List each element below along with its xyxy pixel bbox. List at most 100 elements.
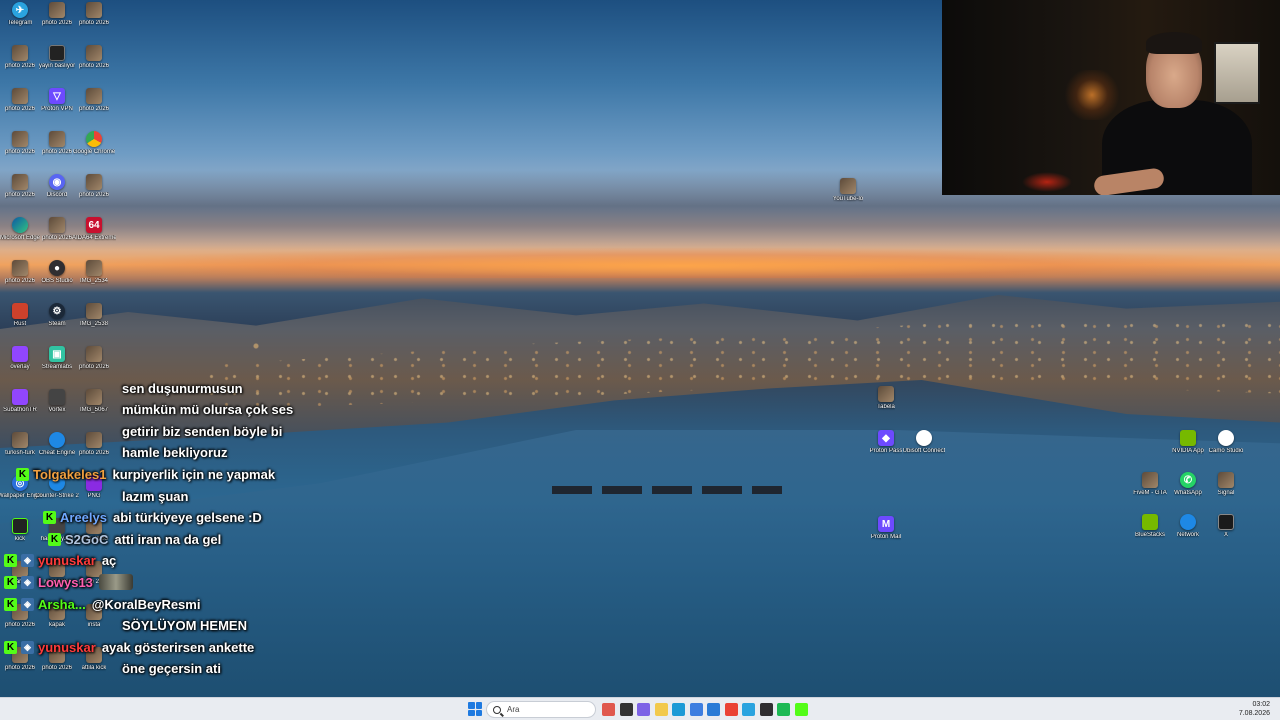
chat-message-text: kurpiyerlik için ne yapmak [112, 466, 276, 482]
desktop-icon-fivem[interactable]: FiveM - GTA [1130, 472, 1170, 510]
photo9-icon [12, 174, 28, 190]
desktop-icon-aida[interactable]: 64 AIDA64 Extreme [72, 217, 116, 255]
desktop-icon-photo2[interactable]: photo 2026 [74, 2, 114, 40]
chat-message: SÖYLÜYOM HEMEN [122, 616, 247, 636]
desktop-icon-photo3[interactable]: photo 2026 [0, 45, 40, 83]
desktop-icon-photo7[interactable]: photo 2026 [0, 131, 40, 169]
desktop-icon-photo9[interactable]: photo 2026 [0, 174, 40, 212]
chat-message: K ◈ yunuskar aç [4, 551, 116, 571]
desktop-icon-steam[interactable]: ⚙ Steam [37, 303, 77, 341]
desktop-icon-camo[interactable]: ◉ Camo Studio [1206, 430, 1246, 468]
desktop-icon-x[interactable]: X [1206, 514, 1246, 552]
desktop-icon-protonvpn[interactable]: ▽ Proton VPN [37, 88, 77, 126]
desktop-icon-label: Rust [13, 321, 27, 327]
search-icon [493, 705, 501, 714]
desktop-icon-label: overlay [10, 364, 30, 370]
desktop-icon-photo12[interactable]: photo 2026 [0, 260, 40, 298]
nvidia-icon [1180, 430, 1196, 446]
desktop-icon-photo11[interactable]: photo 2026 [37, 217, 77, 255]
chat-username: yunuskar [38, 639, 96, 655]
taskbar-mail-icon[interactable] [707, 703, 720, 716]
desktop-icon-rust[interactable]: Rust [0, 303, 40, 341]
desktop-icon-nvidia[interactable]: NVIDIA App [1168, 430, 1208, 468]
kick-badge-icon: K [4, 554, 17, 568]
desktop-icon-network[interactable]: Network [1168, 514, 1208, 552]
desktop-icon-whatsapp[interactable]: ✆ WhatsApp [1168, 472, 1208, 510]
tray-clock-time[interactable]: 03:02 [1252, 701, 1270, 708]
taskbar-kick-icon[interactable] [794, 703, 808, 716]
desktop-icon-label: photo 2026 [4, 106, 36, 112]
desktop-icon-obs[interactable]: ● OBS Studio [37, 260, 77, 298]
desktop-icon-discord[interactable]: ◉ Discord [37, 174, 77, 212]
desktop-icon-photo1[interactable]: photo 2026 [37, 2, 77, 40]
bluestacks-icon [1142, 514, 1158, 530]
desktop-icon-label: yayin basliyor [38, 63, 76, 69]
desktop-icon-photo5[interactable]: photo 2026 [0, 88, 40, 126]
taskbar-telegram-icon[interactable] [742, 703, 755, 716]
desktop-icon-label: WhatsApp [1174, 490, 1202, 496]
desktop-icon-photo10[interactable]: photo 2026 [74, 174, 114, 212]
desktop-icon-yayin[interactable]: yayin basliyor [37, 45, 77, 83]
photo7-icon [12, 131, 28, 147]
edge-icon [12, 217, 28, 233]
desktop-icon-label: Discord [46, 192, 68, 198]
chat-message: mümkün mü olursa çok ses [122, 400, 293, 420]
yayin-icon [49, 45, 65, 61]
desktop-icon-photo6[interactable]: photo 2026 [74, 88, 114, 126]
desktop-icon-label: NVIDIA App [1172, 448, 1204, 454]
desktop-icon-label: FiveM - GTA [1133, 490, 1167, 496]
subscriber-badge-icon: ◈ [21, 640, 34, 654]
desktop-icon-label: photo 2026 [4, 278, 36, 284]
desktop-icon-label: photo 2026 [41, 20, 73, 26]
taskbar-taskview-icon[interactable] [619, 703, 633, 716]
taskbar-store-icon[interactable] [689, 703, 703, 716]
chat-message: getirir biz senden böyle bi [122, 421, 282, 441]
desktop-icon-label: Tabela [877, 404, 895, 410]
taskbar-edge-icon[interactable] [672, 703, 685, 716]
desktop-icon-label: photo 2026 [78, 364, 110, 370]
chat-message: K Areelys abi türkiyeye gelsene :D [43, 508, 262, 528]
taskbar-obs-icon[interactable] [759, 703, 773, 716]
desktop-icon-chrome[interactable]: Google Chrome [73, 131, 115, 169]
taskbar-copilot-icon[interactable] [637, 703, 650, 716]
desktop-icon-tabela[interactable]: Tabela [866, 386, 906, 424]
desktop-icon-label: Telegram [7, 20, 33, 26]
chat-message-text: öne geçersin ati [122, 661, 221, 677]
subscriber-badge-icon: ◈ [21, 597, 34, 611]
chat-message-text: sen duşunurmusun [122, 380, 243, 396]
tray-clock-date[interactable]: 7.08.2026 [1239, 710, 1270, 717]
photo11-icon [49, 217, 65, 233]
chat-message: hamle bekliyoruz [122, 443, 227, 463]
aida-icon: 64 [86, 217, 102, 233]
desktop-icon-signal[interactable]: Signal [1206, 472, 1246, 510]
taskbar-chrome-icon[interactable] [724, 703, 738, 716]
taskbar-spotify-icon[interactable] [777, 703, 790, 716]
photo8-icon [49, 131, 65, 147]
desktop-icon-img2538[interactable]: IMG_2538 [74, 303, 114, 341]
desktop-icon-telegram[interactable]: ✈ Telegram [0, 2, 40, 40]
desktop-icon-bluestacks[interactable]: BlueStacks [1130, 514, 1170, 552]
desktop-icon-photo8[interactable]: photo 2026 [37, 131, 77, 169]
photo5-icon [12, 88, 28, 104]
photo4-icon [86, 45, 102, 61]
photo3-icon [12, 45, 28, 61]
taskbar-media-icon[interactable] [602, 703, 615, 716]
desktop-icon-ubisoft[interactable]: ◎ Ubisoft Connect [903, 430, 945, 468]
desktop-icon-photo4[interactable]: photo 2026 [74, 45, 114, 83]
chat-username: Lowys13 [38, 574, 93, 590]
taskbar-search-box[interactable]: Ara [486, 701, 596, 718]
start-button[interactable] [468, 702, 482, 716]
kick-badge-icon: K [4, 640, 17, 654]
desktop-icon-protonmail[interactable]: M Proton Mail [866, 516, 906, 554]
desktop-icon-label: YouTube-lo [832, 196, 864, 202]
chrome-icon [86, 131, 102, 147]
kick-badge-icon: K [4, 597, 17, 611]
taskbar-explorer-icon[interactable] [654, 703, 668, 716]
rust-icon [12, 303, 28, 319]
protonvpn-icon: ▽ [49, 88, 65, 104]
desktop-icon-img2534[interactable]: IMG_2534 [74, 260, 114, 298]
desktop-icon-screenshot[interactable]: YouTube-lo [828, 178, 868, 216]
desktop-icon-edge[interactable]: Microsoft Edge [0, 217, 40, 255]
desktop-icon-protonpass[interactable]: ◆ Proton Pass [866, 430, 906, 468]
chat-username: S2GoC [65, 531, 109, 547]
